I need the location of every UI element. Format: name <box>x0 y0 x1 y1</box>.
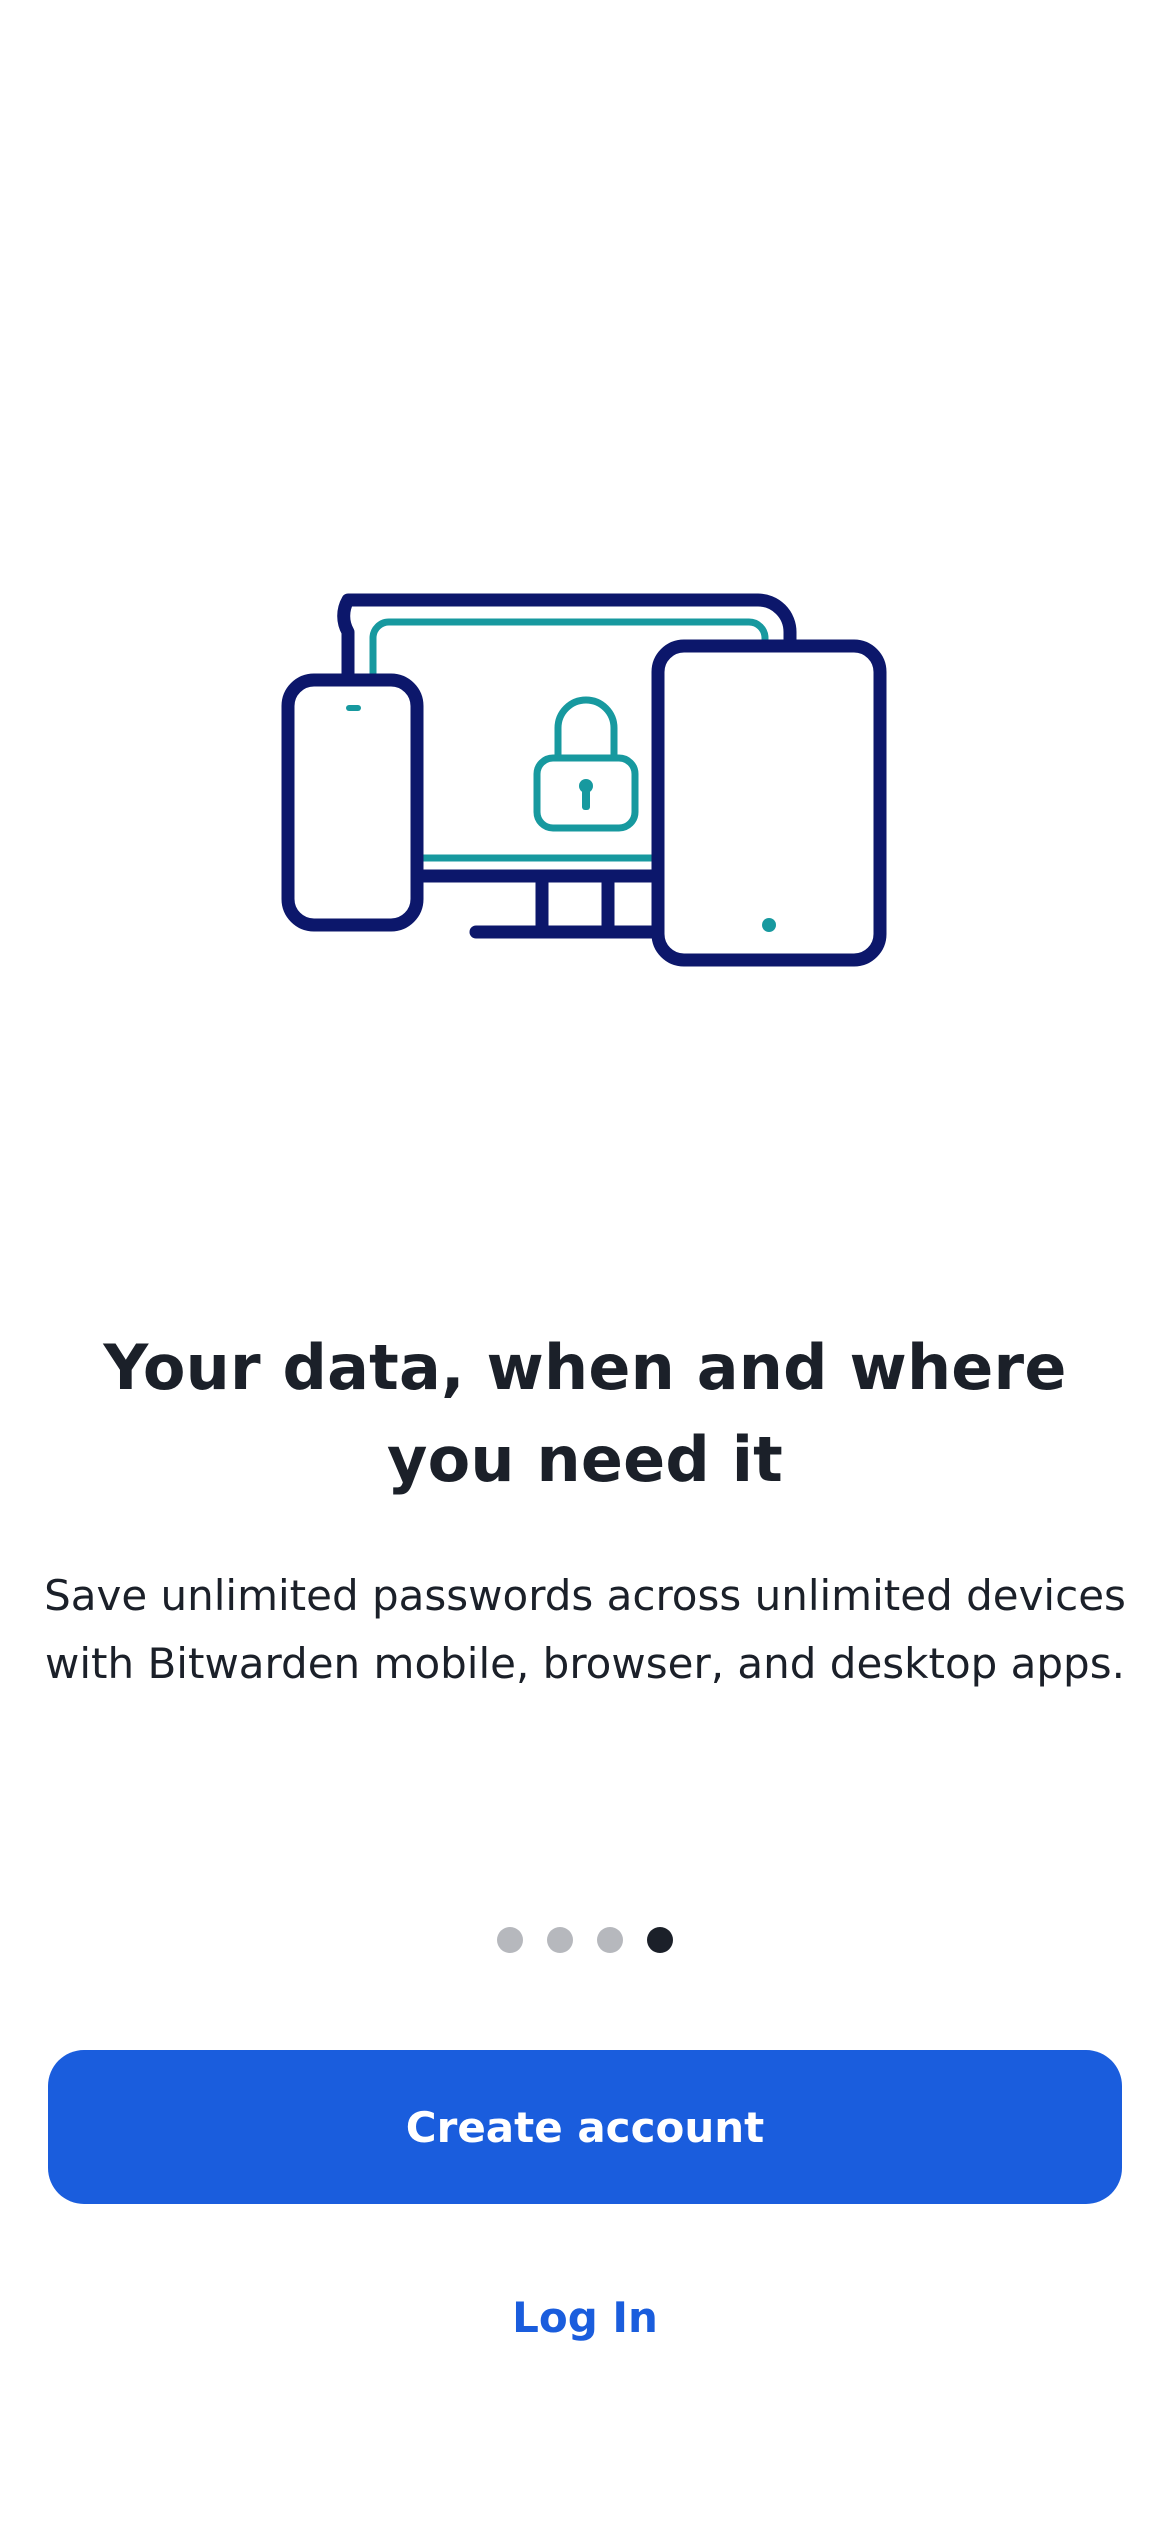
log-in-button[interactable]: Log In <box>385 2272 785 2362</box>
page-dot-3[interactable] <box>597 1927 623 1953</box>
padlock-icon <box>533 696 639 832</box>
page-dot-1[interactable] <box>497 1927 523 1953</box>
tablet-device <box>651 639 887 967</box>
page-indicator <box>0 1927 1170 1955</box>
onboarding-subtitle: Save unlimited passwords across unlimite… <box>44 1571 1126 1688</box>
phone-device <box>281 673 424 932</box>
page-dot-2[interactable] <box>547 1927 573 1953</box>
page-dot-4-active[interactable] <box>647 1927 673 1953</box>
onboarding-title: Your data, when and where you need it <box>103 1331 1067 1496</box>
devices-lock-illustration <box>280 590 890 970</box>
create-account-button[interactable]: Create account <box>48 2050 1122 2204</box>
